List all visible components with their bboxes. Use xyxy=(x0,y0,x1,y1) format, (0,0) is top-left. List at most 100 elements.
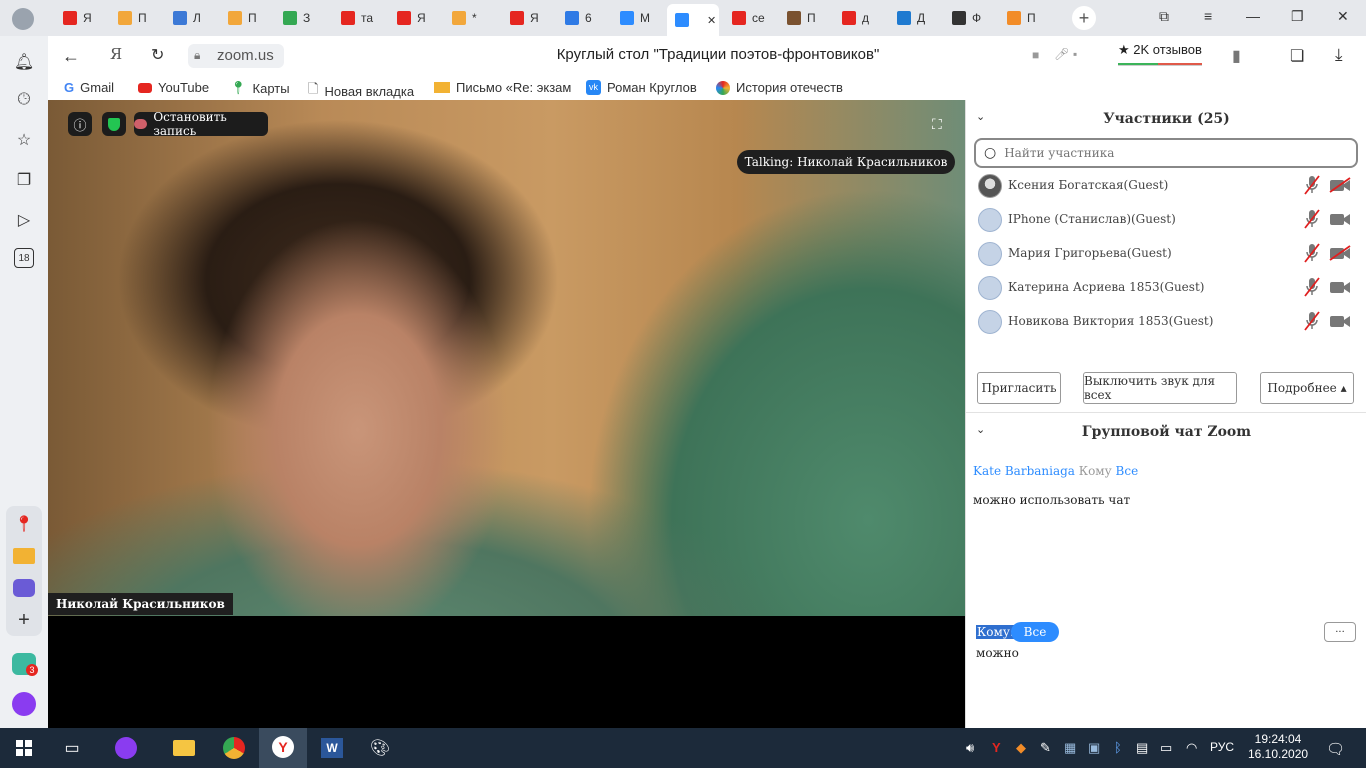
muted-mic-icon[interactable] xyxy=(1304,209,1320,229)
close-tab-icon[interactable]: ✕ xyxy=(707,14,716,27)
file-explorer-icon[interactable] xyxy=(172,736,196,760)
camera-icon[interactable] xyxy=(1329,279,1351,295)
fullscreen-icon[interactable]: ⛶ xyxy=(932,116,942,133)
tab-1[interactable]: П xyxy=(110,4,160,32)
chat-sender[interactable]: Kate Barbaniaga xyxy=(973,464,1075,478)
alice-taskbar-icon[interactable] xyxy=(114,736,138,760)
minimize-icon[interactable]: — xyxy=(1246,8,1260,24)
muted-mic-icon[interactable] xyxy=(1304,311,1320,331)
camera-icon[interactable] xyxy=(1329,313,1351,329)
age-rating-icon[interactable]: 18 xyxy=(14,248,34,268)
mic-permission-icon[interactable]: 🎤︎ xyxy=(1054,47,1069,61)
muted-mic-icon[interactable] xyxy=(1304,277,1320,297)
tab-16[interactable]: Ф xyxy=(944,4,994,32)
windows-start-icon[interactable] xyxy=(12,736,36,760)
extensions-icon[interactable]: ❏ xyxy=(1290,46,1304,66)
camera-icon[interactable] xyxy=(1329,211,1351,227)
chat-recipient-button[interactable]: Все xyxy=(1011,622,1059,642)
language-indicator[interactable]: РУС xyxy=(1210,740,1234,754)
tab-14[interactable]: д xyxy=(834,4,884,32)
new-tab-button[interactable]: + xyxy=(1072,6,1096,30)
word-icon[interactable]: W xyxy=(320,736,344,760)
info-icon[interactable]: ⓘ xyxy=(68,112,92,136)
video-area[interactable]: ⓘ Остановить запись ⛶ Talking: Николай К… xyxy=(48,100,965,616)
participant-row[interactable]: Катерина Асриева 1853(Guest) xyxy=(966,270,1366,304)
security-shield-icon[interactable] xyxy=(102,112,126,136)
bluetooth-icon[interactable]: ᛒ xyxy=(1114,740,1122,755)
tab-12[interactable]: се xyxy=(724,4,774,32)
tab-17[interactable]: П xyxy=(999,4,1049,32)
mute-all-button[interactable]: Выключить звук для всех xyxy=(1083,372,1237,404)
tab-6[interactable]: Я xyxy=(389,4,439,32)
bookmark-youtube[interactable]: YouTube xyxy=(138,80,209,95)
reviews-badge[interactable]: ★ 2K отзывов xyxy=(1118,42,1202,66)
restore-icon[interactable]: ❐ xyxy=(1291,8,1304,25)
bookmark-icon[interactable]: ▮ xyxy=(1232,46,1241,66)
tab-13[interactable]: П xyxy=(779,4,829,32)
messenger-icon[interactable]: 3 xyxy=(12,652,38,676)
participant-row[interactable]: Новикова Виктория 1853(Guest) xyxy=(966,304,1366,338)
tray-icon-b[interactable]: ▦ xyxy=(1064,740,1076,756)
tray-icon-a[interactable]: ✎ xyxy=(1040,740,1051,756)
menu-icon[interactable]: ≡ xyxy=(1204,8,1212,24)
bookmark-gmail[interactable]: G Gmail xyxy=(64,80,114,95)
bookmark-vk[interactable]: vk Роман Круглов xyxy=(586,80,697,95)
yandex-logo-icon[interactable]: Я xyxy=(110,45,122,63)
url-field[interactable]: 🔒︎ zoom.us xyxy=(188,44,284,68)
favorites-icon[interactable]: ☆ xyxy=(12,128,36,152)
more-button[interactable]: Подробнее ▴ xyxy=(1260,372,1354,404)
invite-button[interactable]: Пригласить xyxy=(977,372,1061,404)
yandex-browser-taskbar-active[interactable]: Y xyxy=(259,728,307,768)
tray-icon-d[interactable]: ▤ xyxy=(1136,740,1148,756)
yandex-tray-icon[interactable]: Y xyxy=(992,740,1001,755)
chrome-icon[interactable] xyxy=(222,736,246,760)
camera-permission-icon[interactable]: ■ xyxy=(1032,48,1039,62)
chat-permission-icon[interactable]: ▪ xyxy=(1073,47,1077,61)
task-view-icon[interactable]: ▭ xyxy=(60,736,84,760)
tab-10[interactable]: М xyxy=(612,4,662,32)
bookmark-new-tab[interactable]: 🗋 Новая вкладка xyxy=(308,80,414,102)
tab-4[interactable]: З xyxy=(275,4,325,32)
battery-icon[interactable]: ▭ xyxy=(1160,740,1172,756)
alice-icon[interactable] xyxy=(12,692,36,716)
camera-off-icon[interactable] xyxy=(1329,177,1351,193)
notifications-icon[interactable]: 🔔︎ xyxy=(12,50,36,74)
notification-center-icon[interactable]: 🗨︎ xyxy=(1326,740,1345,758)
fox-tray-icon[interactable]: ◆ xyxy=(1016,740,1026,756)
tab-manager-icon[interactable]: ⧉ xyxy=(1159,8,1169,25)
volume-icon[interactable]: 🔊︎ xyxy=(966,740,974,756)
tab-8[interactable]: Я xyxy=(502,4,552,32)
bookmark-letter[interactable]: Письмо «Re: экзам xyxy=(434,80,571,95)
play-icon[interactable]: ▷ xyxy=(12,208,36,232)
wifi-icon[interactable]: ◠ xyxy=(1186,740,1197,756)
paint-icon[interactable]: 🎨︎ xyxy=(368,736,392,760)
participant-row[interactable]: Ксения Богатская(Guest) xyxy=(966,168,1366,202)
add-app-icon[interactable]: + xyxy=(12,608,36,632)
tab-3[interactable]: П xyxy=(220,4,270,32)
mail-icon[interactable] xyxy=(12,544,36,568)
chat-input[interactable]: можно xyxy=(976,646,1356,716)
maps-pin-icon[interactable]: 📍︎ xyxy=(12,512,36,536)
history-icon[interactable]: 🕒︎ xyxy=(12,88,36,112)
tray-icon-c[interactable]: ▣ xyxy=(1088,740,1100,756)
participant-search[interactable]: ○ xyxy=(974,138,1358,168)
stop-recording-button[interactable]: Остановить запись xyxy=(134,110,268,138)
chat-more-button[interactable]: ··· xyxy=(1324,622,1356,642)
video-app-icon[interactable] xyxy=(12,576,36,600)
participant-row[interactable]: IPhone (Станислав)(Guest) xyxy=(966,202,1366,236)
participant-row[interactable]: Мария Григорьева(Guest) xyxy=(966,236,1366,270)
reload-icon[interactable]: ↻ xyxy=(151,45,164,65)
bookmark-history[interactable]: История отечеств xyxy=(716,80,843,95)
bookmark-maps[interactable]: 📍︎ Карты xyxy=(230,80,290,96)
tab-2[interactable]: Л xyxy=(165,4,215,32)
muted-mic-icon[interactable] xyxy=(1304,175,1320,195)
muted-mic-icon[interactable] xyxy=(1304,243,1320,263)
camera-off-icon[interactable] xyxy=(1329,245,1351,261)
tab-11[interactable]: ✕ xyxy=(667,4,719,36)
close-window-icon[interactable]: ✕ xyxy=(1337,8,1349,25)
download-icon[interactable]: ⤓ xyxy=(1335,45,1343,65)
tab-7[interactable]: * xyxy=(444,4,494,32)
profile-avatar-icon[interactable] xyxy=(12,8,34,30)
clock[interactable]: 19:24:04 16.10.2020 xyxy=(1248,732,1308,762)
tab-15[interactable]: Д xyxy=(889,4,939,32)
